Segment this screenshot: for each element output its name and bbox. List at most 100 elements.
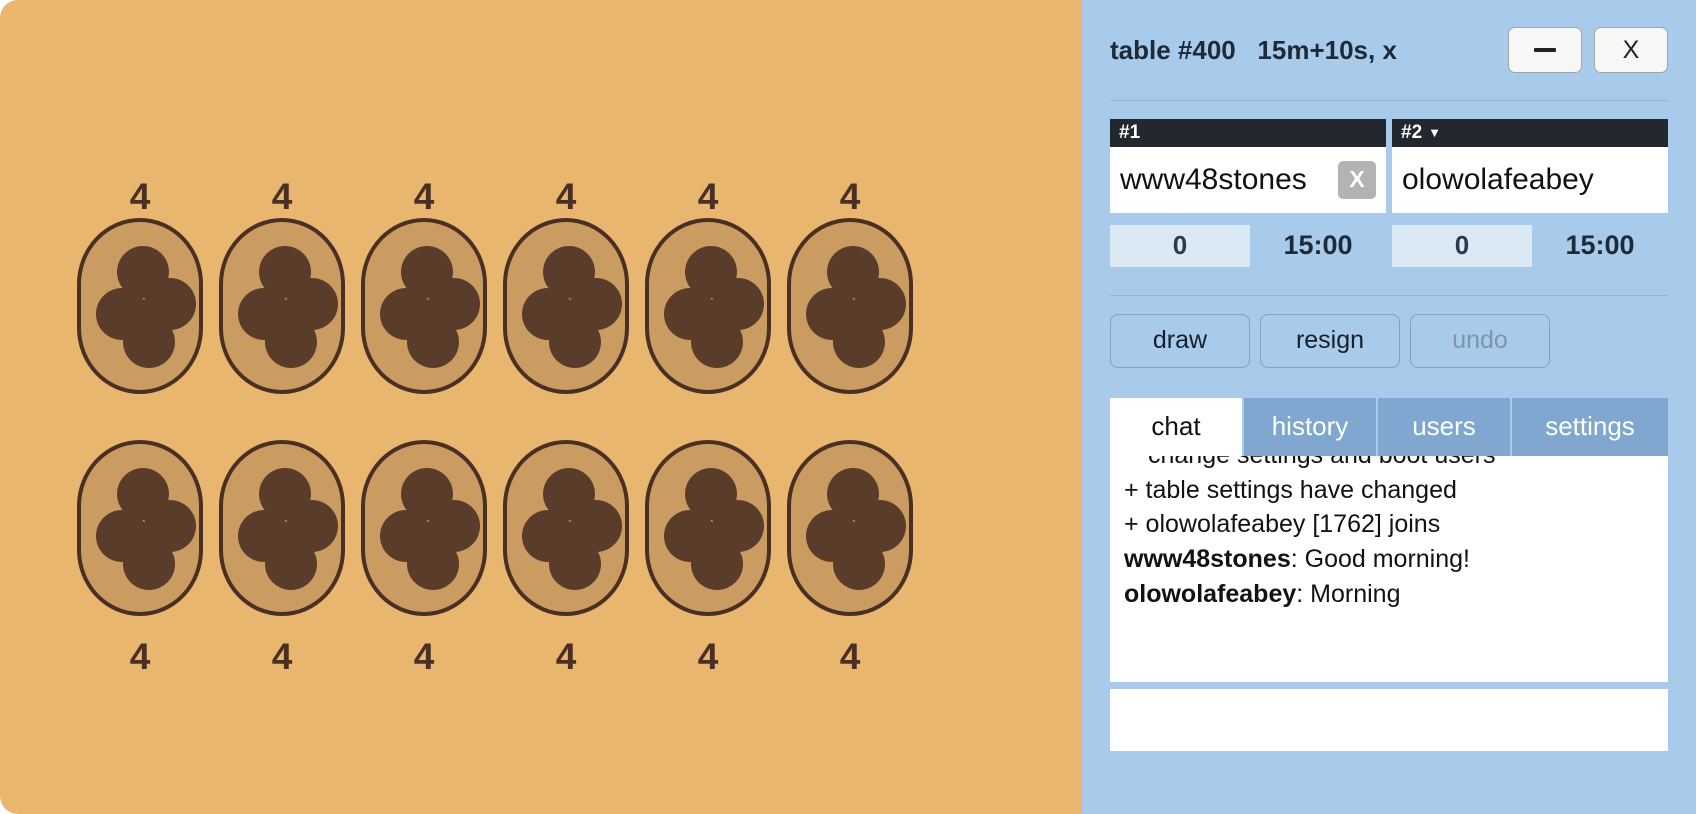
tab-settings[interactable]: settings [1512, 397, 1668, 456]
chat-line-text: + table settings have changed [1124, 475, 1457, 504]
panel-tabs: chat history users settings [1110, 397, 1668, 456]
player-body-1: www48stones X [1110, 146, 1386, 213]
pit-col-bottom-2[interactable]: 4 [348, 440, 500, 678]
chat-line-text: change settings and boot users [1148, 456, 1495, 469]
oware-board[interactable]: 4 4 4 4 4 4 4 4 4 4 4 4 [0, 0, 1082, 814]
pit-top-2[interactable] [361, 218, 487, 394]
player-seat-header-1[interactable]: #1 [1110, 119, 1386, 147]
chat-line-text: : Morning [1296, 579, 1401, 608]
tab-history[interactable]: history [1244, 397, 1378, 456]
close-button[interactable]: X [1594, 27, 1668, 73]
pit-top-3[interactable] [503, 218, 629, 394]
pit-bottom-4[interactable] [645, 440, 771, 616]
seed [549, 538, 601, 590]
seed [691, 538, 743, 590]
pit-count-label: 4 [413, 176, 435, 217]
player-name-2: olowolafeabey [1402, 162, 1594, 196]
chat-line: www48stones: Good morning! [1124, 542, 1654, 577]
kick-player-button[interactable]: X [1338, 160, 1376, 199]
chat-log[interactable]: change settings and boot users + table s… [1110, 455, 1668, 682]
pit-col-bottom-0[interactable]: 4 [64, 440, 216, 678]
draw-button[interactable]: draw [1110, 313, 1250, 368]
score-group-2: 0 15:00 [1392, 224, 1668, 267]
pit-count-label: 4 [271, 176, 293, 217]
seed [265, 538, 317, 590]
pit-top-4[interactable] [645, 218, 771, 394]
chat-input[interactable] [1110, 688, 1668, 751]
pit-count-label: 4 [839, 636, 861, 677]
pit-top-0[interactable] [77, 218, 203, 394]
chat-line: + olowolafeabey [1762] joins [1124, 507, 1654, 542]
page-title: table #400 15m+10s, x [1110, 34, 1397, 65]
pit-col-bottom-5[interactable]: 4 [774, 440, 926, 678]
table-side-panel: table #400 15m+10s, x X #1 www48stones X… [1082, 0, 1696, 814]
seat-number: #1 [1119, 122, 1141, 143]
players-row: #1 www48stones X #2 ▼ olowolafeabey [1110, 119, 1668, 213]
action-buttons: draw resign undo [1110, 313, 1668, 368]
seed [123, 538, 175, 590]
pit-col-bottom-3[interactable]: 4 [490, 440, 642, 678]
chat-line: change settings and boot users [1124, 456, 1654, 473]
pit-bottom-5[interactable] [787, 440, 913, 616]
player-card-1: #1 www48stones X [1110, 119, 1386, 213]
pit-bottom-2[interactable] [361, 440, 487, 616]
pit-top-1[interactable] [219, 218, 345, 394]
pit-bottom-1[interactable] [219, 440, 345, 616]
minimize-icon [1534, 48, 1556, 52]
seat-number: #2 [1401, 122, 1423, 143]
pit-count-label: 4 [129, 636, 151, 677]
player-seat-header-2[interactable]: #2 ▼ [1392, 119, 1668, 147]
chat-line-text: : Good morning! [1290, 545, 1470, 574]
pit-col-top-0[interactable]: 4 [64, 178, 216, 394]
chat-author: www48stones [1124, 545, 1291, 574]
seed [265, 316, 317, 368]
player-name-1: www48stones [1120, 162, 1307, 196]
divider-2 [1110, 294, 1668, 296]
seed [691, 316, 743, 368]
seed [407, 316, 459, 368]
undo-button: undo [1410, 313, 1550, 368]
pit-top-5[interactable] [787, 218, 913, 394]
scores-row: 0 15:00 0 15:00 [1110, 224, 1668, 267]
chat-log-scroll: change settings and boot users + table s… [1124, 456, 1654, 612]
pit-count-label: 4 [413, 636, 435, 677]
seed [407, 538, 459, 590]
pit-bottom-3[interactable] [503, 440, 629, 616]
score-group-1: 0 15:00 [1110, 224, 1386, 267]
chat-line: olowolafeabey: Morning [1124, 577, 1654, 612]
board-inner: 4 4 4 4 4 4 4 4 4 4 4 4 [0, 0, 1082, 814]
pit-col-top-5[interactable]: 4 [774, 178, 926, 394]
clock-2: 15:00 [1565, 230, 1635, 261]
score-value-2: 0 [1392, 224, 1532, 267]
score-value-1: 0 [1110, 224, 1250, 267]
tab-chat[interactable]: chat [1110, 397, 1244, 456]
titlebar: table #400 15m+10s, x X [1110, 0, 1668, 100]
pit-col-top-3[interactable]: 4 [490, 178, 642, 394]
pit-bottom-0[interactable] [77, 440, 203, 616]
chat-line: + table settings have changed [1124, 473, 1654, 508]
tab-users[interactable]: users [1378, 397, 1512, 456]
pit-col-bottom-1[interactable]: 4 [206, 440, 358, 678]
chevron-down-icon[interactable]: ▼ [1428, 126, 1441, 139]
pit-count-label: 4 [697, 176, 719, 217]
player-body-2: olowolafeabey [1392, 146, 1668, 213]
seed [549, 316, 601, 368]
resign-button[interactable]: resign [1260, 313, 1400, 368]
pit-count-label: 4 [129, 176, 151, 217]
chat-author: olowolafeabey [1124, 579, 1297, 608]
divider [1110, 100, 1668, 101]
pit-col-top-4[interactable]: 4 [632, 178, 784, 394]
pit-col-bottom-4[interactable]: 4 [632, 440, 784, 678]
pit-count-label: 4 [697, 636, 719, 677]
clock-1: 15:00 [1283, 230, 1353, 261]
chat-line-text: + olowolafeabey [1762] joins [1124, 510, 1441, 539]
pit-col-top-1[interactable]: 4 [206, 178, 358, 394]
pit-count-label: 4 [839, 176, 861, 217]
minimize-button[interactable] [1508, 27, 1582, 73]
pit-col-top-2[interactable]: 4 [348, 178, 500, 394]
game-table-window: 4 4 4 4 4 4 4 4 4 4 4 4 table #400 15m+1… [0, 0, 1696, 814]
player-card-2: #2 ▼ olowolafeabey [1392, 119, 1668, 213]
pit-count-label: 4 [555, 636, 577, 677]
pit-count-label: 4 [555, 176, 577, 217]
seed [123, 316, 175, 368]
